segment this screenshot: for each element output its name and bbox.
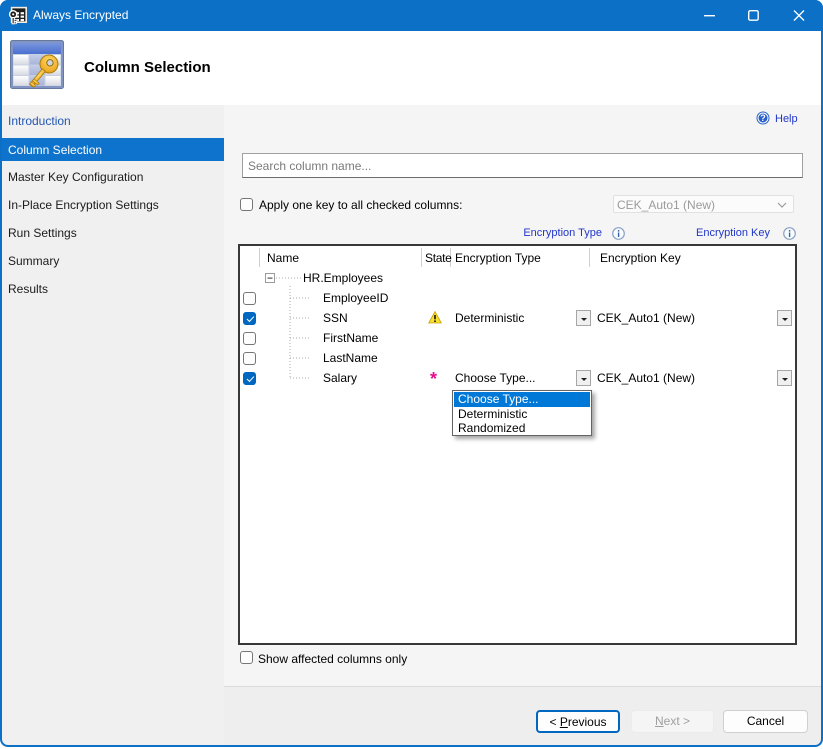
svg-text:?: ? — [760, 113, 766, 123]
